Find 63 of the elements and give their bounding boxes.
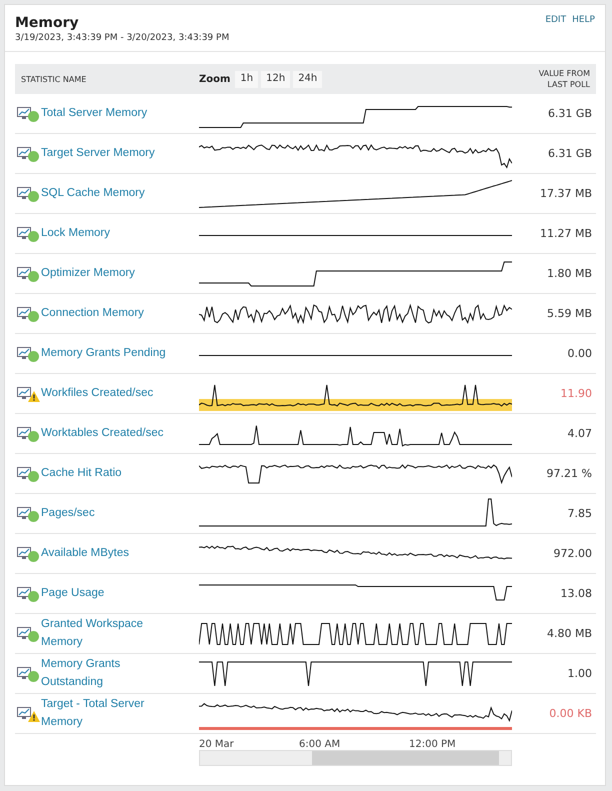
widget-title: Memory xyxy=(15,15,80,31)
statistic-link[interactable]: Target Server Memory xyxy=(41,144,155,162)
statistic-link[interactable]: Granted Workspace Memory xyxy=(41,616,181,651)
statistic-link[interactable]: Worktables Created/sec xyxy=(41,424,164,442)
zoom-button[interactable]: 1h xyxy=(235,70,258,88)
zoom-button[interactable]: 12h xyxy=(261,70,290,88)
statistic-link[interactable]: Optimizer Memory xyxy=(41,264,135,282)
date-range: 3/19/2023, 3:43:39 PM - 3/20/2023, 3:43:39 PM xyxy=(15,33,230,43)
value-text: 6.31 GB xyxy=(548,147,593,160)
value-text: 11.90 xyxy=(560,387,593,400)
chart-icon xyxy=(17,306,32,320)
statistic-link[interactable]: SQL Cache Memory xyxy=(41,184,145,202)
chart-icon xyxy=(17,146,32,160)
value-text: 1.00 xyxy=(568,667,593,680)
value-text: 6.31 GB xyxy=(548,107,593,120)
chart-icon xyxy=(17,186,32,200)
value-text: 0.00 xyxy=(568,347,593,360)
statistic-link[interactable]: Lock Memory xyxy=(41,224,110,242)
chart-icon xyxy=(17,106,32,120)
chart-icon xyxy=(17,346,32,360)
value-text: 13.08 xyxy=(560,587,593,600)
statistic-link[interactable]: Memory Grants Outstanding xyxy=(41,656,181,691)
chart-icon xyxy=(17,626,32,640)
chart-icon xyxy=(17,466,32,480)
chart-icon xyxy=(17,586,32,600)
value-text: 11.27 MB xyxy=(540,227,593,240)
axis-label: 6:00 AM xyxy=(299,739,342,750)
statistic-link[interactable]: Workfiles Created/sec xyxy=(41,384,154,402)
value-text: 5.59 MB xyxy=(546,307,593,320)
value-text: 4.07 xyxy=(568,427,593,440)
chart-icon xyxy=(17,426,32,440)
chart-icon xyxy=(17,226,32,240)
value-text: 17.37 MB xyxy=(540,187,593,200)
statistic-link[interactable]: Cache Hit Ratio xyxy=(41,464,122,482)
value-text: 97.21 % xyxy=(546,467,593,480)
value-text: 7.85 xyxy=(568,507,593,520)
statistic-link[interactable]: Connection Memory xyxy=(41,304,144,322)
statistic-link[interactable]: Target - Total Server Memory xyxy=(41,696,181,731)
statistic-link[interactable]: Pages/sec xyxy=(41,504,95,522)
statistic-link[interactable]: Available MBytes xyxy=(41,544,129,562)
zoom-label: Zoom xyxy=(199,74,230,84)
chart-icon xyxy=(17,386,32,400)
column-header: STATISTIC NAME xyxy=(21,74,88,84)
column-header: VALUE FROM LAST POLL xyxy=(538,68,590,90)
value-text: 0.00 KB xyxy=(549,707,593,720)
chart-icon xyxy=(17,546,32,560)
axis-label: 12:00 PM xyxy=(409,739,457,750)
statistic-link[interactable]: Memory Grants Pending xyxy=(41,344,166,362)
axis-label: 20 Mar xyxy=(199,739,235,750)
chart-icon xyxy=(17,666,32,680)
chart-icon xyxy=(17,266,32,280)
header-link[interactable]: EDIT xyxy=(545,15,566,43)
header-link[interactable]: HELP xyxy=(572,15,595,43)
time-scrollbar[interactable] xyxy=(199,750,512,766)
chart-icon xyxy=(17,706,32,720)
statistic-link[interactable]: Total Server Memory xyxy=(41,104,148,122)
scroll-thumb[interactable] xyxy=(312,751,499,765)
zoom-button[interactable]: 24h xyxy=(293,70,322,88)
value-text: 972.00 xyxy=(554,547,593,560)
value-text: 1.80 MB xyxy=(546,267,593,280)
value-text: 4.80 MB xyxy=(546,627,593,640)
statistic-link[interactable]: Page Usage xyxy=(41,584,104,602)
chart-icon xyxy=(17,506,32,520)
